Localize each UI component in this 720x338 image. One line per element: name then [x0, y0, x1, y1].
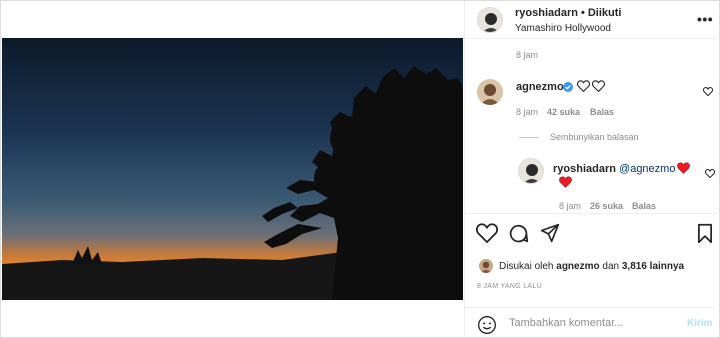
hide-replies-line: [519, 137, 539, 138]
likes-connector: dan: [602, 261, 620, 272]
post-sidebar: ryoshiadarn • Diikuti Yamashiro Hollywood …: [464, 1, 720, 338]
reply-username[interactable]: ryoshiadarn: [553, 163, 616, 175]
separator-dot: •: [580, 7, 585, 19]
likes-others[interactable]: 3,816 lainnya: [622, 261, 684, 272]
likes-first-user[interactable]: agnezmo: [556, 261, 599, 272]
caption-time: 8 jam: [516, 50, 539, 60]
hide-replies-button[interactable]: Sembunyikan balasan: [550, 132, 639, 142]
reply-time: 8 jam: [559, 201, 582, 211]
commenter-username[interactable]: agnezmo: [516, 81, 564, 93]
red-heart-emoji-icon: [559, 176, 572, 188]
likes-prefix: Disukai oleh: [499, 261, 554, 272]
like-reply-heart-icon[interactable]: [705, 169, 715, 178]
liker-avatar[interactable]: [479, 259, 493, 273]
red-heart-emoji-icon: [677, 162, 690, 174]
paper-plane-icon[interactable]: [540, 223, 560, 243]
author-avatar[interactable]: [477, 7, 503, 33]
more-options-icon[interactable]: •••: [697, 12, 713, 26]
likes-summary: Disukai oleh agnezmo dan 3,816 lainnya: [499, 261, 684, 272]
comment-likes[interactable]: 42 suka: [547, 107, 580, 117]
comment-time: 8 jam: [516, 107, 539, 117]
heart-emoji-icon: [577, 80, 590, 92]
reply-reply-button[interactable]: Balas: [632, 201, 656, 211]
comment-input[interactable]: [509, 317, 669, 329]
person-silhouette-icon: [478, 8, 502, 32]
reply-mention[interactable]: @agnezmo: [619, 163, 675, 175]
like-comment-heart-icon[interactable]: [703, 87, 713, 96]
commenter-avatar[interactable]: [477, 79, 503, 105]
comment-bubble-icon[interactable]: [508, 223, 529, 244]
bookmark-icon[interactable]: [697, 223, 713, 244]
person-silhouette-icon: [519, 159, 543, 183]
heart-outline-icon[interactable]: [476, 223, 498, 243]
reply-avatar[interactable]: [518, 158, 544, 184]
post-photo[interactable]: [2, 38, 463, 300]
person-silhouette-icon: [479, 259, 493, 273]
post-actions: Disukai oleh agnezmo dan 3,816 lainnya 8…: [465, 213, 720, 307]
author-line: ryoshiadarn • Diikuti: [515, 7, 621, 19]
comment-reply-button[interactable]: Balas: [590, 107, 614, 117]
sunset-silhouette-image: [2, 38, 463, 300]
post-comment-button[interactable]: Kirim: [687, 318, 713, 329]
follow-status[interactable]: Diikuti: [588, 7, 622, 19]
author-username[interactable]: ryoshiadarn: [515, 7, 578, 19]
post-header: ryoshiadarn • Diikuti Yamashiro Hollywood …: [465, 1, 720, 39]
post-location[interactable]: Yamashiro Hollywood: [515, 23, 611, 34]
smiley-icon[interactable]: [477, 315, 497, 335]
person-silhouette-icon: [477, 79, 503, 105]
verified-badge-icon: [563, 82, 573, 92]
reply-line: ryoshiadarn @agnezmo: [553, 163, 675, 175]
reply-likes[interactable]: 26 suka: [590, 201, 623, 211]
heart-emoji-icon: [592, 80, 605, 92]
post-modal: ryoshiadarn • Diikuti Yamashiro Hollywood …: [0, 0, 720, 338]
add-comment-bar: Kirim: [465, 307, 720, 338]
post-timestamp[interactable]: 8 JAM YANG LALU: [477, 283, 542, 290]
